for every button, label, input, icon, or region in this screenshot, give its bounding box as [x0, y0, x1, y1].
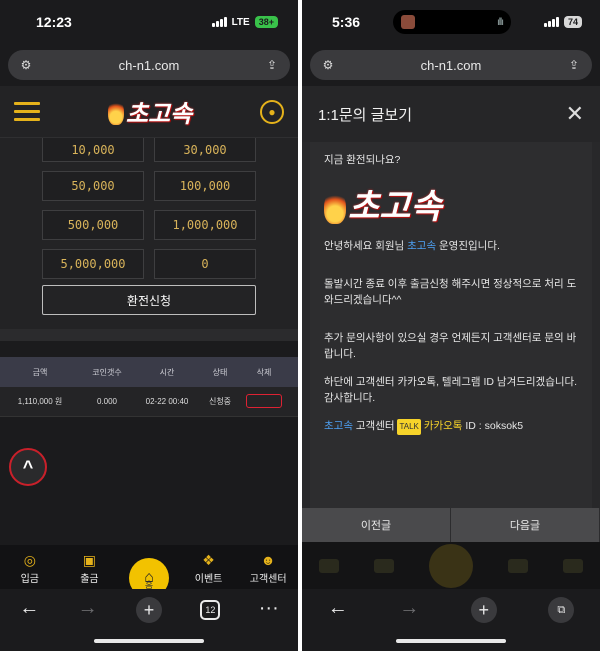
logo-text: 초고속: [125, 101, 193, 128]
site-header: 초고속 ●: [0, 86, 298, 138]
browser-toolbar: ← → + 12 ···: [0, 589, 298, 651]
amount-grid: 10,000 30,000 50,000 100,000 500,000 1,0…: [0, 138, 298, 279]
message-content: 지금 환전되나요? 초고속 안녕하세요 회원님 초고속 운영진입니다. 돌발시간…: [310, 142, 592, 508]
amount-button[interactable]: 10,000: [42, 138, 144, 162]
new-tab-icon[interactable]: +: [135, 597, 162, 623]
atm-icon: ▣: [82, 552, 96, 568]
flame-icon: [107, 98, 124, 125]
signal-icon: [543, 17, 559, 27]
back-arrow-icon[interactable]: ←: [328, 597, 348, 620]
amount-button[interactable]: 50,000: [42, 171, 144, 201]
reply-paragraph: 돌발시간 종료 이후 출금신청 해주시면 정상적으로 처리 도와드리겠습니다^^: [324, 278, 577, 306]
history-table-header: 금액 코인갯수 시간 상태 삭제: [0, 357, 298, 387]
home-indicator: [94, 639, 204, 643]
site-settings-icon[interactable]: ⚙: [320, 57, 336, 73]
bottom-nav: ◎ 입금 ▣ 출금 ⌂ 홈 ❖ 이벤트 ☻ 고객센터: [0, 545, 298, 598]
greeting-text: 안녕하세요 회원님 초고속 운영진입니다.: [324, 240, 500, 252]
col-coins: 코인갯수: [92, 367, 122, 377]
scroll-top-button[interactable]: ^: [9, 448, 47, 486]
media-thumbnail-icon: [401, 15, 415, 29]
back-arrow-icon[interactable]: ←: [19, 597, 39, 620]
amount-reset-button[interactable]: 0: [154, 249, 256, 279]
battery-icon: 38+: [254, 16, 278, 28]
row-coins: 0.000: [96, 397, 118, 406]
chevron-up-icon: ^: [22, 456, 34, 477]
exchange-request-button[interactable]: 환전신청: [42, 285, 256, 315]
modal-title: 1:1문의 글보기: [318, 106, 413, 124]
dimmed-bottom-nav: [302, 542, 600, 589]
col-delete: 삭제: [256, 367, 272, 377]
reply-paragraph: 하단에 고객센터 카카오톡, 텔레그램 ID 남겨드리겠습니다. 감사합니다.: [324, 376, 578, 404]
amount-button[interactable]: 1,000,000: [154, 210, 256, 240]
status-time: 5:36: [332, 14, 361, 30]
url-bar: ⚙ ch-n1.com ⇪: [0, 44, 298, 86]
network-label: LTE: [231, 16, 250, 28]
next-post-button[interactable]: 다음글: [451, 508, 600, 542]
left-phone: 12:23 LTE 38+ ⚙ ch-n1.com ⇪ 초고속 ● 10,000…: [0, 0, 298, 651]
url-text: ch-n1.com: [420, 57, 482, 73]
table-row: 1,110,000 원 0.000 02-22 00:40 신청중: [0, 387, 298, 417]
logo-text: 초고속: [348, 188, 442, 226]
tabs-icon[interactable]: ⧉: [548, 597, 575, 623]
nav-event[interactable]: ❖ 이벤트: [181, 552, 237, 585]
close-icon[interactable]: ✕: [566, 101, 584, 127]
headset-icon: ☻: [260, 552, 276, 568]
delete-button[interactable]: [246, 393, 282, 408]
share-icon[interactable]: ⇪: [566, 57, 582, 73]
nav-deposit[interactable]: ◎ 입금: [2, 552, 58, 585]
address-field[interactable]: ⚙ ch-n1.com ⇪: [310, 50, 592, 80]
prev-post-button[interactable]: 이전글: [302, 508, 451, 542]
row-amount: 1,110,000 원: [17, 397, 63, 406]
status-bar: 5:36 ıllı 74: [302, 0, 600, 44]
hamburger-menu-icon[interactable]: [14, 102, 40, 121]
kakaotalk-icon: TALK: [397, 419, 421, 435]
signal-icon: [211, 17, 227, 27]
gift-icon: ❖: [202, 552, 215, 568]
col-time: 시간: [159, 367, 175, 377]
site-logo[interactable]: 초고속: [107, 94, 193, 129]
amount-button[interactable]: 5,000,000: [42, 249, 144, 279]
share-icon[interactable]: ⇪: [264, 57, 280, 73]
question-text: 지금 환전되나요?: [324, 154, 401, 166]
home-indicator: [396, 639, 506, 643]
address-field[interactable]: ⚙ ch-n1.com ⇪: [8, 50, 290, 80]
contact-line: 초고속 고객센터 TALK 카카오톡 ID : soksok5: [324, 418, 578, 435]
dynamic-island: ıllı: [393, 10, 511, 34]
right-phone: 5:36 ıllı 74 ⚙ ch-n1.com ⇪ 1:1문의 글보기 ✕ 지…: [302, 0, 600, 651]
url-text: ch-n1.com: [118, 57, 180, 73]
message-logo: 초고속: [324, 190, 578, 224]
flame-icon: [324, 190, 346, 224]
battery-icon: 74: [563, 16, 582, 28]
modal-footer: 이전글 다음글: [302, 508, 600, 542]
forward-arrow-icon[interactable]: →: [78, 597, 98, 620]
nav-support[interactable]: ☻ 고객센터: [240, 552, 296, 585]
nav-home[interactable]: ⌂ 홈: [121, 558, 177, 598]
new-tab-icon[interactable]: +: [470, 597, 497, 623]
col-status: 상태: [212, 367, 228, 377]
modal-header: 1:1문의 글보기 ✕: [302, 86, 600, 142]
inquiry-body: 지금 환전되나요? 초고속 안녕하세요 회원님 초고속 운영진입니다. 돌발시간…: [302, 142, 600, 508]
row-status: 신청중: [208, 397, 232, 406]
coins-icon: ◎: [23, 552, 36, 568]
status-bar: 12:23 LTE 38+: [0, 0, 298, 44]
amount-button[interactable]: 100,000: [154, 171, 256, 201]
forward-arrow-icon[interactable]: →: [399, 597, 419, 620]
status-time: 12:23: [36, 14, 72, 30]
home-icon: [428, 543, 473, 588]
screenshot-composite: 12:23 LTE 38+ ⚙ ch-n1.com ⇪ 초고속 ● 10,000…: [0, 0, 600, 651]
amount-button[interactable]: 30,000: [154, 138, 256, 162]
more-icon[interactable]: ···: [259, 597, 279, 620]
url-bar: ⚙ ch-n1.com ⇪: [302, 44, 600, 86]
nav-withdraw[interactable]: ▣ 출금: [61, 552, 117, 585]
user-avatar-icon[interactable]: ●: [260, 99, 284, 124]
site-settings-icon[interactable]: ⚙: [18, 57, 34, 73]
col-amount: 금액: [32, 367, 48, 377]
browser-toolbar: ← → + ⧉: [302, 589, 600, 651]
row-time: 02-22 00:40: [145, 397, 189, 406]
amount-button[interactable]: 500,000: [42, 210, 144, 240]
audio-wave-icon: ıllı: [497, 16, 504, 28]
reply-paragraph: 추가 문의사항이 있으실 경우 언제든지 고객센터로 문의 바랍니다.: [324, 332, 577, 360]
tabs-icon[interactable]: 12: [200, 600, 221, 620]
